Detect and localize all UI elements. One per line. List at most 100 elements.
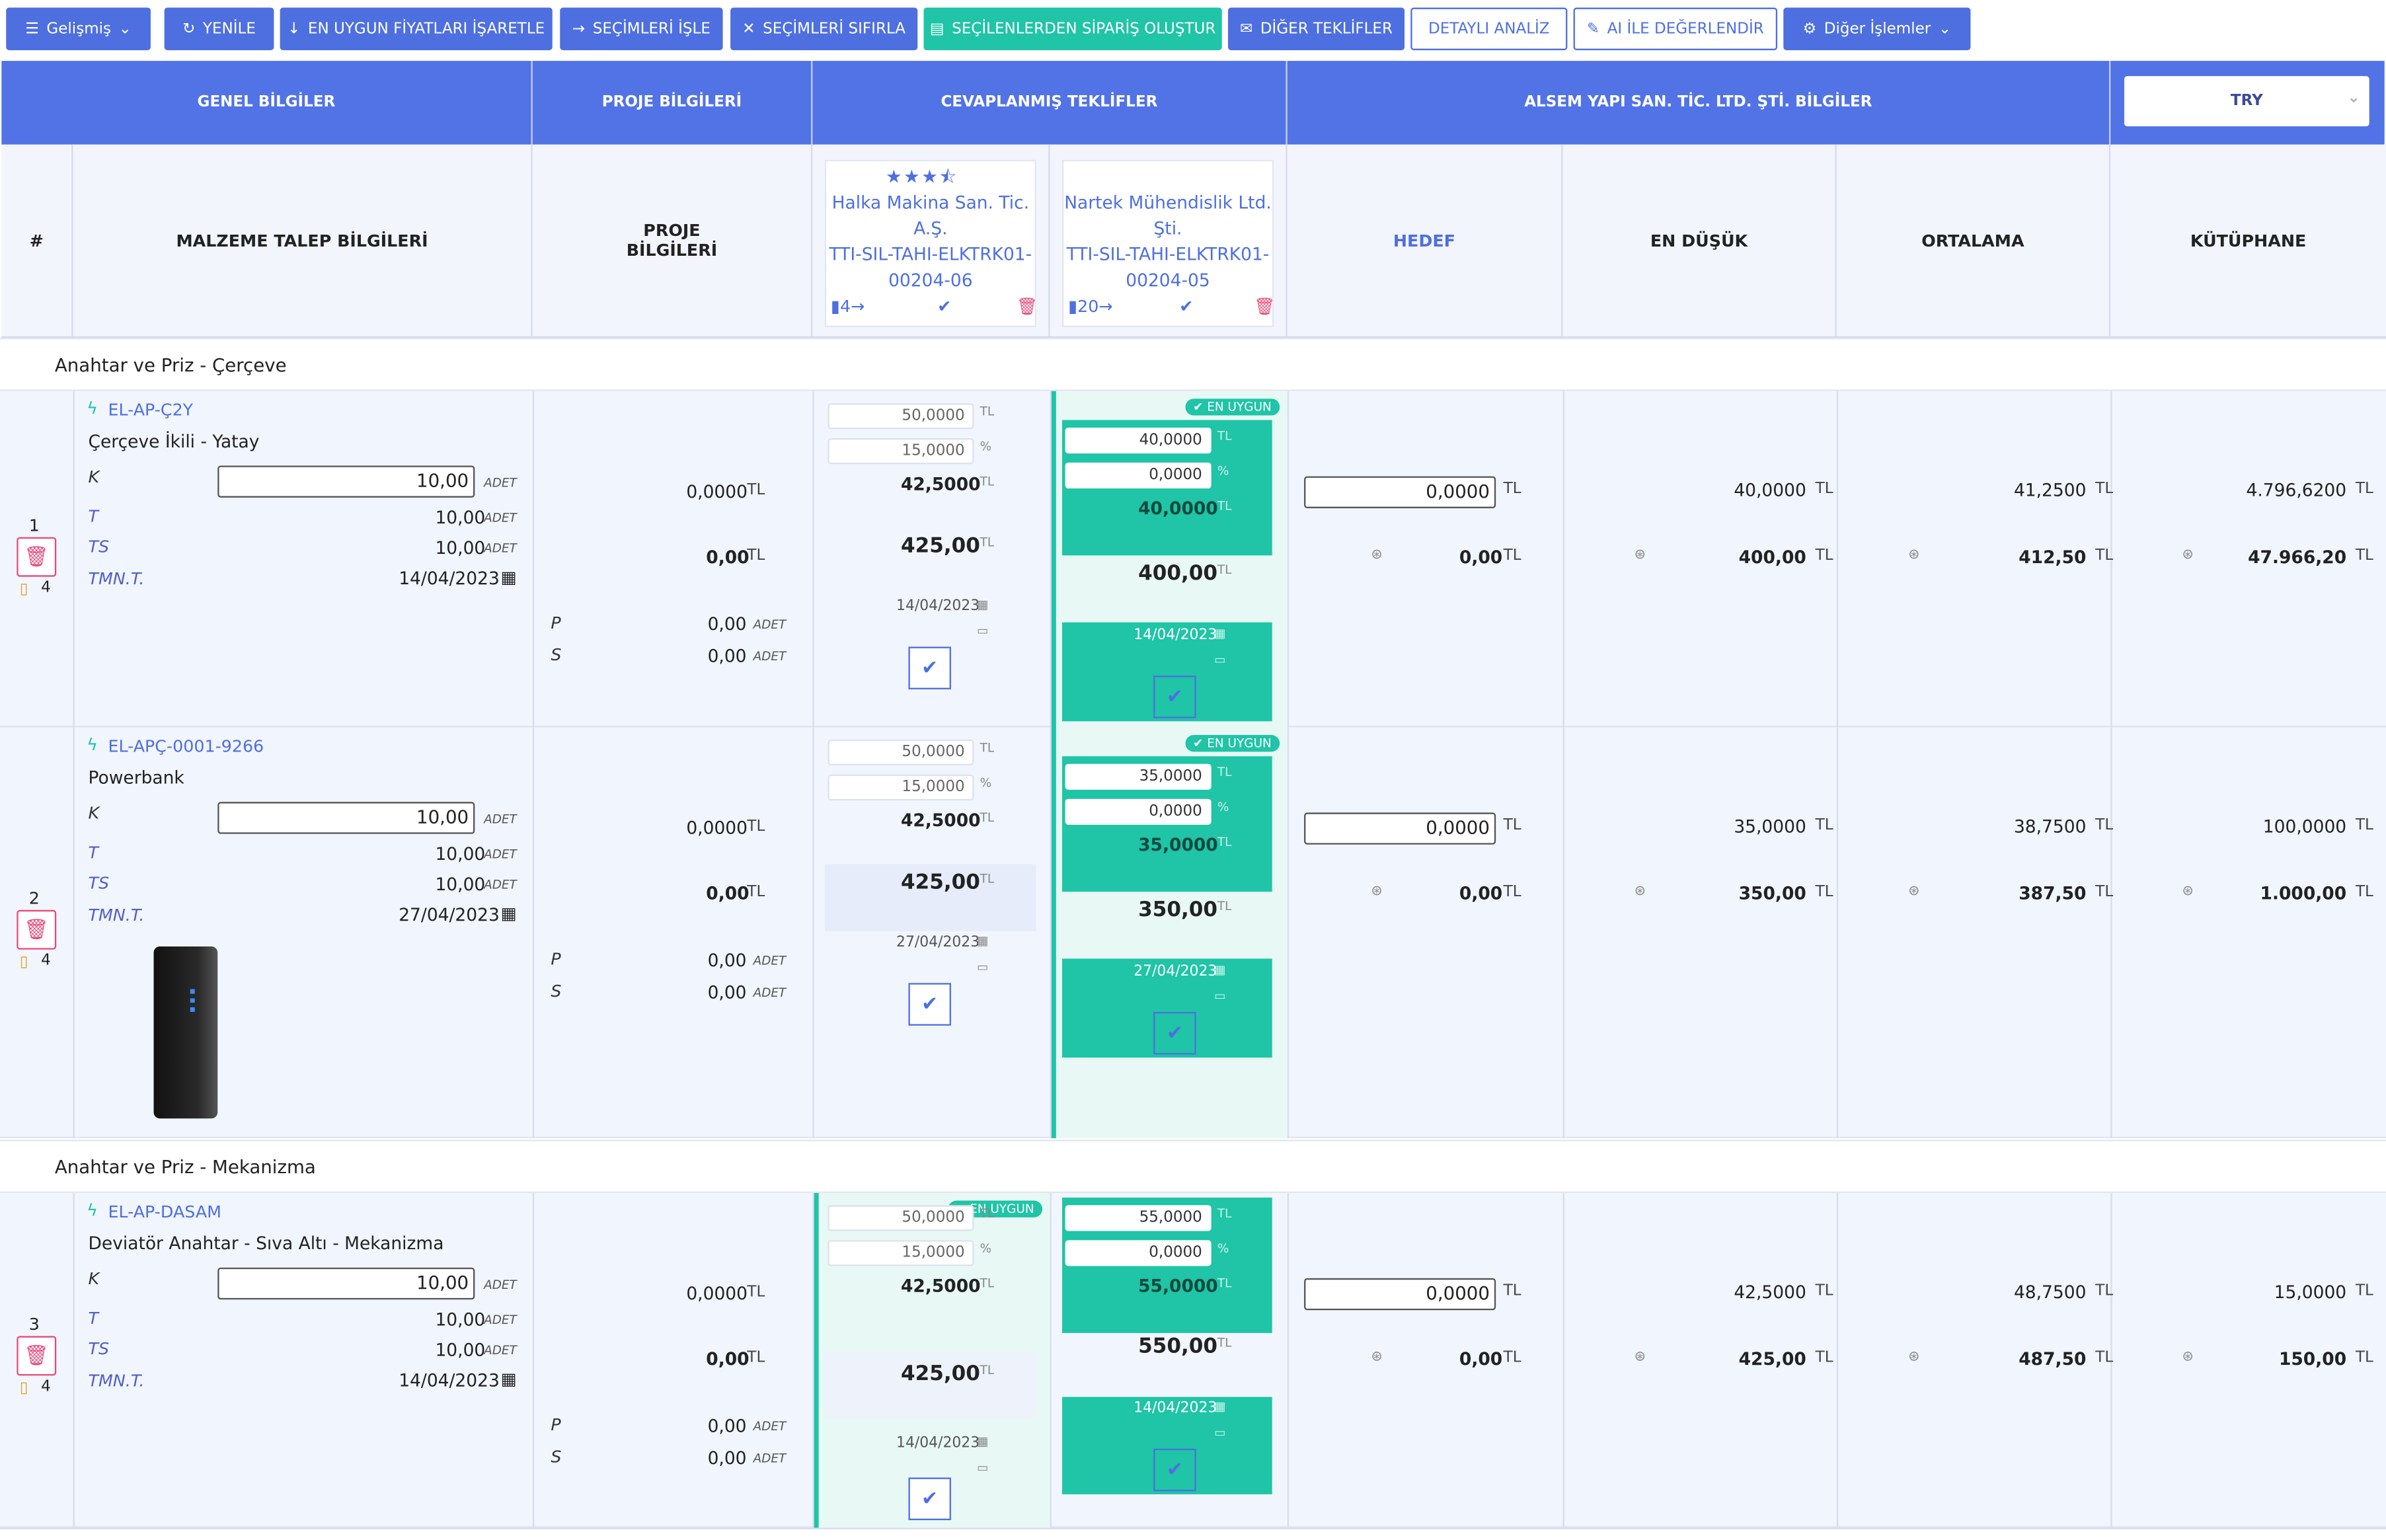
offer-unit-price-input[interactable]: 35,0000 — [1065, 763, 1212, 790]
best-price-badge: ✔ EN UYGUN — [1185, 399, 1280, 416]
comparison-page: ☰ Gelişmiş ⌄ ↻ YENİLE ↓ EN UYGUN FİYATLARI İ… — [0, 0, 2386, 1540]
offer-discount-input[interactable]: 0,0000 — [1065, 1240, 1212, 1266]
supplier-1-name[interactable]: Halka Makina San. Tic. A.Ş. TTI-SIL-TAHI-E… — [825, 190, 1036, 294]
detailed-analysis-button[interactable]: DETAYLI ANALİZ — [1410, 7, 1568, 50]
offer-date: 14/04/2023 — [1134, 1400, 1217, 1417]
project-total: 0,00 — [706, 546, 750, 568]
mark-best-button[interactable]: ↓ EN UYGUN FİYATLARI İŞARETLE — [280, 7, 553, 50]
currency-label: TL — [2355, 481, 2373, 498]
company-info-label: ALSEM YAPI SAN. TİC. LTD. ŞTİ. BİLGİLER — [1524, 94, 1872, 112]
company-info-header: ALSEM YAPI SAN. TİC. LTD. ŞTİ. BİLGİLER — [1287, 61, 2111, 145]
column-divider — [532, 391, 535, 728]
wand-icon: ✎ — [1586, 20, 1600, 38]
calendar-icon[interactable]: ▦ — [500, 568, 516, 588]
col-material-label: MALZEME TALEP BİLGİLERİ — [176, 230, 428, 250]
delete-row-button[interactable]: 🗑 — [17, 909, 57, 950]
money-icon: ⊛ — [2182, 1350, 2194, 1366]
supplier-2-docs[interactable]: ▮20→ — [1068, 297, 1112, 317]
offer-unit-price-input[interactable]: 50,0000 — [827, 739, 974, 766]
percent-label: % — [1217, 800, 1229, 814]
supplier-2-select-icon[interactable]: ✔ — [1179, 297, 1193, 317]
select-offer-button[interactable]: ✔ — [1153, 1012, 1196, 1055]
offer-discount-input[interactable]: 15,0000 — [827, 1240, 974, 1266]
comment-icon[interactable]: ▭ — [977, 1461, 988, 1475]
offer-discount-input[interactable]: 15,0000 — [827, 774, 974, 801]
currency-label: TL — [1217, 1206, 1232, 1221]
project-info-header: PROJE BİLGİLERİ — [532, 61, 813, 145]
supplier-1-docs[interactable]: ▮4→ — [831, 297, 865, 317]
note-icon[interactable]: ▯ — [20, 581, 28, 597]
t-quantity: 10,00 — [435, 843, 486, 865]
other-actions-dropdown[interactable]: ⚙ Diğer İşlemler ⌄ — [1783, 7, 1971, 50]
supplier-2-name[interactable]: Nartek Mühendislik Ltd. Şti. TTI-SIL-TAHI-… — [1062, 190, 1274, 294]
note-icon[interactable]: ▯ — [20, 1380, 28, 1397]
ts-quantity: 10,00 — [435, 537, 486, 558]
t-quantity: 10,00 — [435, 1308, 486, 1330]
currency-select[interactable]: TRY ⌄ — [2124, 76, 2369, 127]
other-offers-button[interactable]: ✉ DİĞER TEKLİFLER — [1227, 7, 1405, 50]
select-offer-button[interactable]: ✔ — [1153, 675, 1196, 718]
s-label: S — [551, 981, 562, 1001]
offer-unit-price-input[interactable]: 40,0000 — [1065, 427, 1212, 454]
comment-icon[interactable]: ▭ — [1214, 989, 1225, 1003]
material-code[interactable]: EL-AP-Ç2Y — [108, 401, 193, 420]
refresh-button[interactable]: ↻ YENİLE — [164, 7, 274, 50]
k-quantity-input[interactable]: 10,00 — [217, 1267, 475, 1300]
material-code[interactable]: EL-AP-DASAM — [108, 1202, 221, 1222]
target-price-input[interactable]: 0,0000 — [1304, 812, 1496, 845]
supplier-1-delete-icon[interactable]: 🗑 — [1017, 297, 1038, 317]
supplier-1-doc-count: 4 — [840, 296, 851, 317]
select-offer-button[interactable]: ✔ — [1153, 1448, 1196, 1492]
column-divider — [1562, 1193, 1564, 1528]
ai-evaluate-button[interactable]: ✎ AI İLE DEĞERLENDİR — [1573, 7, 1778, 50]
reset-selections-button[interactable]: ✕ SEÇİMLERİ SIFIRLA — [730, 7, 918, 50]
select-offer-button[interactable]: ✔ — [908, 1477, 951, 1520]
project-unit-price: 0,0000 — [686, 1282, 748, 1305]
supplier-2-delete-icon[interactable]: 🗑 — [1254, 297, 1275, 317]
ts-label: TS — [88, 537, 110, 557]
delete-row-button[interactable]: 🗑 — [17, 537, 57, 577]
material-code[interactable]: EL-APÇ-0001-9266 — [108, 736, 264, 756]
note-count: 4 — [41, 1378, 51, 1396]
select-offer-button[interactable]: ✔ — [908, 983, 951, 1026]
target-price-input[interactable]: 0,0000 — [1304, 476, 1496, 508]
offer-discount-input[interactable]: 15,0000 — [827, 438, 974, 465]
advanced-dropdown[interactable]: ☰ Gelişmiş ⌄ — [6, 7, 151, 50]
supplier-1-select-icon[interactable]: ✔ — [937, 297, 951, 317]
note-icon[interactable]: ▯ — [20, 954, 28, 971]
offer-net-price: 55,0000 — [1138, 1275, 1218, 1297]
target-price-input[interactable]: 0,0000 — [1304, 1278, 1496, 1311]
calendar-icon[interactable]: ▦ — [500, 1369, 516, 1389]
delete-row-button[interactable]: 🗑 — [17, 1336, 57, 1376]
comment-icon[interactable]: ▭ — [1214, 1426, 1225, 1440]
k-quantity-input[interactable]: 10,00 — [217, 802, 475, 834]
advanced-label: Gelişmiş — [46, 20, 112, 38]
gear-icon: ⚙ — [1802, 20, 1817, 38]
process-selections-button[interactable]: → SEÇİMLERİ İŞLE — [560, 7, 723, 50]
k-label: K — [88, 467, 100, 487]
comment-icon[interactable]: ▭ — [1214, 653, 1225, 667]
col-project-label-1: PROJE — [643, 220, 701, 241]
column-divider — [532, 727, 535, 1139]
offer-discount-input[interactable]: 0,0000 — [1065, 462, 1212, 489]
comment-icon[interactable]: ▭ — [977, 624, 988, 638]
s-quantity: 0,00 — [707, 645, 747, 667]
k-quantity-input[interactable]: 10,00 — [217, 465, 475, 498]
col-library-label: KÜTÜPHANE — [2190, 230, 2307, 250]
cart-icon: ▤ — [929, 20, 944, 38]
calendar-icon[interactable]: ▦ — [500, 904, 516, 924]
comment-icon[interactable]: ▭ — [977, 960, 988, 974]
ts-quantity: 10,00 — [435, 873, 486, 895]
offer-discount-input[interactable]: 0,0000 — [1065, 798, 1212, 825]
select-offer-button[interactable]: ✔ — [908, 646, 951, 689]
offer-unit-price-input[interactable]: 55,0000 — [1065, 1205, 1212, 1231]
create-order-button[interactable]: ▤ SEÇİLENLERDEN SİPARİŞ OLUŞTUR — [923, 7, 1222, 50]
currency-label: TL — [1217, 765, 1232, 779]
arrow-right-icon: → — [851, 296, 865, 317]
chevron-down-icon: ⌄ — [118, 20, 132, 38]
offer-unit-price-input[interactable]: 50,0000 — [827, 1205, 974, 1231]
money-icon: ⊛ — [1634, 1350, 1646, 1366]
currency-label: TL — [747, 884, 765, 901]
offer-unit-price-input[interactable]: 50,0000 — [827, 403, 974, 430]
p-label: P — [551, 1415, 561, 1436]
